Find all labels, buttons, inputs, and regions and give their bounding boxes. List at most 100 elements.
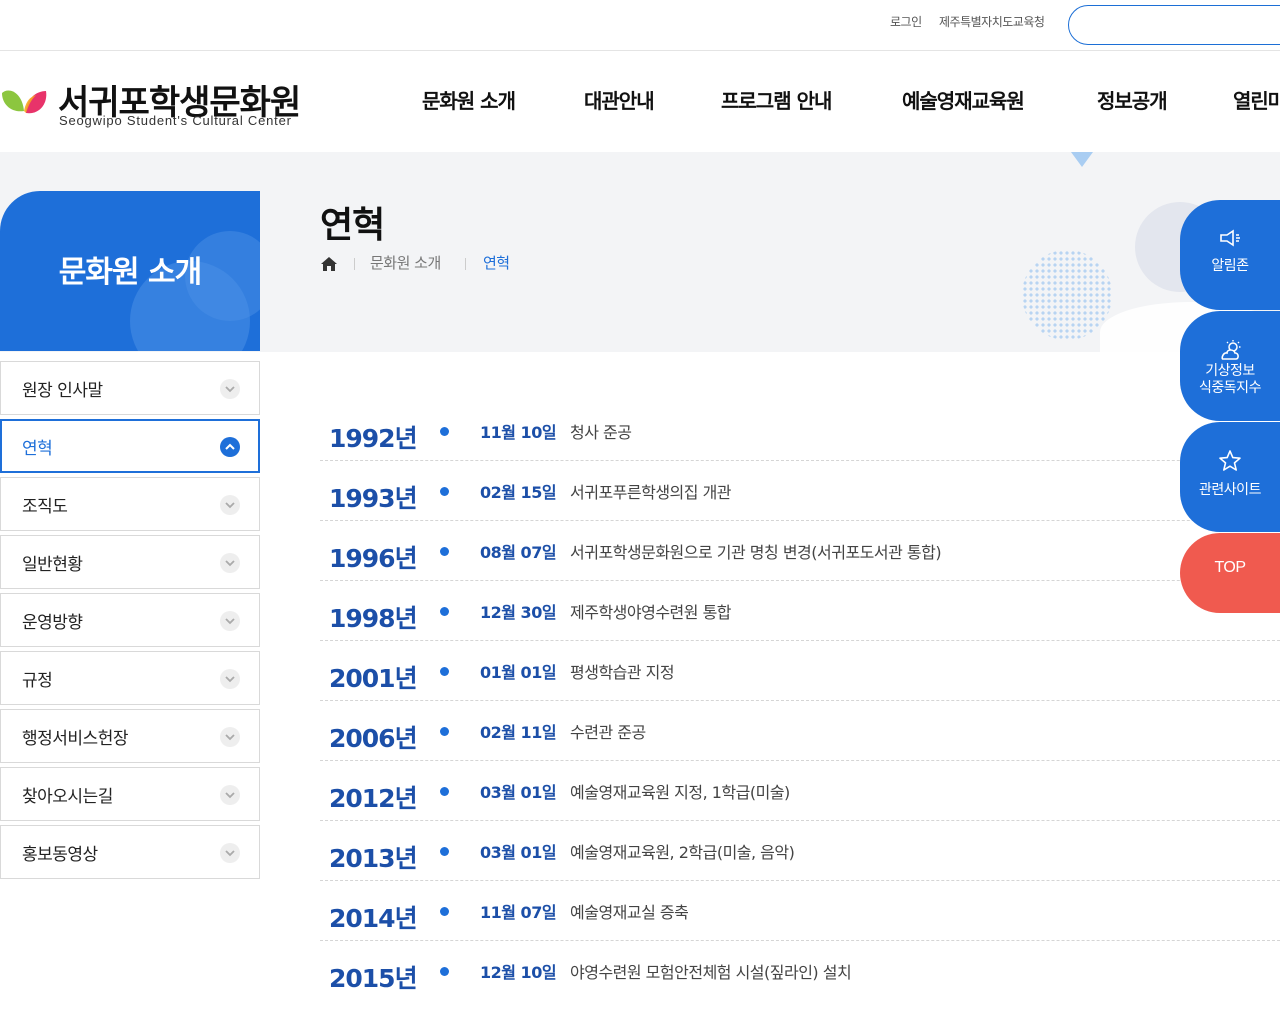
chevron-down-icon	[220, 785, 240, 805]
breadcrumb-section[interactable]: 문화원 소개	[370, 252, 441, 273]
timeline-row: 2006년 02월 11일 수련관 준공	[320, 701, 1280, 761]
bullet-dot-icon	[440, 607, 449, 616]
timeline-row: 2013년 03월 01일 예술영재교육원, 2학급(미술, 음악)	[320, 821, 1280, 881]
gnb-gifted-arts[interactable]: 예술영재교육원	[902, 85, 1025, 114]
dot-pattern-decoration	[1022, 250, 1112, 340]
timeline-year: 2014년	[329, 904, 418, 933]
gnb-open-forum[interactable]: 열린마당	[1233, 85, 1280, 114]
timeline-year: 1992년	[329, 424, 418, 453]
quick-notice-button[interactable]: 알림존	[1180, 200, 1280, 310]
lnb-item-history[interactable]: 연혁	[0, 419, 260, 473]
timeline-date: 12월 30일	[480, 603, 557, 622]
chevron-down-icon	[220, 727, 240, 747]
timeline-year: 1993년	[329, 484, 418, 513]
chevron-down-icon	[220, 843, 240, 863]
timeline-row: 1993년 02월 15일 서귀포푸른학생의집 개관	[320, 461, 1280, 521]
star-icon	[1218, 450, 1242, 476]
timeline-year: 2012년	[329, 784, 418, 813]
timeline-event: 수련관 준공	[570, 723, 646, 742]
search-input[interactable]	[1068, 5, 1280, 45]
lnb-item-label: 운영방향	[22, 613, 83, 633]
timeline-event: 예술영재교육원, 2학급(미술, 음악)	[570, 843, 795, 862]
gnb-about[interactable]: 문화원 소개	[422, 85, 516, 114]
lnb-item-label: 홍보동영상	[22, 845, 98, 865]
bullet-dot-icon	[440, 667, 449, 676]
bullet-dot-icon	[440, 847, 449, 856]
breadcrumb-separator	[465, 258, 466, 270]
timeline-event: 야영수련원 모험안전체험 시설(짚라인) 설치	[570, 963, 852, 982]
lnb-item-label: 일반현황	[22, 555, 83, 575]
lnb-item-service-charter[interactable]: 행정서비스헌장	[0, 709, 260, 763]
weather-cloud-icon	[1218, 339, 1244, 365]
lnb-item-location[interactable]: 찾아오시는길	[0, 767, 260, 821]
bullet-dot-icon	[440, 427, 449, 436]
megaphone-icon	[1218, 228, 1242, 252]
timeline-row: 2014년 11월 07일 예술영재교실 증축	[320, 881, 1280, 941]
timeline-event: 청사 준공	[570, 423, 632, 442]
gnb-info-disclosure[interactable]: 정보공개	[1097, 85, 1168, 114]
history-timeline: 1992년 11월 10일 청사 준공 1993년 02월 15일 서귀포푸른학…	[320, 401, 1280, 1001]
bullet-dot-icon	[440, 547, 449, 556]
lnb-item-label: 행정서비스헌장	[22, 729, 128, 749]
timeline-year: 2013년	[329, 844, 418, 873]
lnb-item-greeting[interactable]: 원장 인사말	[0, 361, 260, 415]
quick-related-sites-button[interactable]: 관련사이트	[1180, 422, 1280, 532]
timeline-event: 서귀포학생문화원으로 기관 명칭 변경(서귀포도서관 통합)	[570, 543, 942, 562]
timeline-row: 2015년 12월 10일 야영수련원 모험안전체험 시설(짚라인) 설치	[320, 941, 1280, 1001]
scroll-top-button[interactable]: TOP	[1180, 533, 1280, 613]
lnb-item-promo-video[interactable]: 홍보동영상	[0, 825, 260, 879]
timeline-event: 예술영재교육원 지정, 1학급(미술)	[570, 783, 790, 802]
timeline-event: 서귀포푸른학생의집 개관	[570, 483, 732, 502]
timeline-row: 1992년 11월 10일 청사 준공	[320, 401, 1280, 461]
lnb-title-box: 문화원 소개	[0, 191, 260, 351]
timeline-year: 1998년	[329, 604, 418, 633]
quick-food-index-label: 식중독지수	[1199, 380, 1261, 396]
chevron-down-icon	[220, 495, 240, 515]
timeline-date: 12월 10일	[480, 963, 557, 982]
bullet-dot-icon	[440, 487, 449, 496]
lnb-menu: 원장 인사말 연혁 조직도 일반현황 운영방향 규정 행정서비스헌장 찾아오시는…	[0, 361, 260, 883]
quick-weather-label: 기상정보	[1205, 363, 1255, 379]
home-icon[interactable]	[320, 256, 338, 276]
lnb-item-status[interactable]: 일반현황	[0, 535, 260, 589]
lnb-item-label: 연혁	[22, 439, 53, 459]
office-link[interactable]: 제주특별자치도교육청	[939, 13, 1045, 30]
timeline-year: 1996년	[329, 544, 418, 573]
timeline-row: 2012년 03월 01일 예술영재교육원 지정, 1학급(미술)	[320, 761, 1280, 821]
bullet-dot-icon	[440, 787, 449, 796]
quick-notice-label: 알림존	[1211, 258, 1249, 274]
timeline-date: 03월 01일	[480, 783, 557, 802]
bullet-dot-icon	[440, 907, 449, 916]
scroll-top-label: TOP	[1214, 559, 1246, 576]
lnb-item-organization[interactable]: 조직도	[0, 477, 260, 531]
leaf-logo-icon	[2, 90, 47, 114]
quick-related-sites-label: 관련사이트	[1199, 482, 1261, 498]
timeline-row: 1996년 08월 07일 서귀포학생문화원으로 기관 명칭 변경(서귀포도서관…	[320, 521, 1280, 581]
lnb-item-regulations[interactable]: 규정	[0, 651, 260, 705]
timeline-date: 08월 07일	[480, 543, 557, 562]
timeline-date: 03월 01일	[480, 843, 557, 862]
timeline-date: 11월 07일	[480, 903, 557, 922]
chevron-down-icon	[220, 379, 240, 399]
site-header: 서귀포학생문화원 Seogwipo Student's Cultural Cen…	[0, 51, 1280, 152]
page-title: 연혁	[320, 205, 385, 246]
lnb-item-direction[interactable]: 운영방향	[0, 593, 260, 647]
timeline-year: 2006년	[329, 724, 418, 753]
timeline-year: 2015년	[329, 964, 418, 993]
breadcrumb-separator	[354, 258, 355, 270]
utility-bar: 로그인 제주특별자치도교육청	[0, 0, 1280, 51]
timeline-event: 예술영재교실 증축	[570, 903, 689, 922]
timeline-date: 02월 15일	[480, 483, 557, 502]
chevron-down-icon	[220, 553, 240, 573]
timeline-event: 평생학습관 지정	[570, 663, 675, 682]
gnb-programs[interactable]: 프로그램 안내	[721, 85, 832, 114]
timeline-date: 11월 10일	[480, 423, 557, 442]
bullet-dot-icon	[440, 727, 449, 736]
timeline-row: 1998년 12월 30일 제주학생야영수련원 통합	[320, 581, 1280, 641]
breadcrumb-current: 연혁	[483, 254, 510, 272]
timeline-date: 02월 11일	[480, 723, 557, 742]
login-link[interactable]: 로그인	[890, 13, 922, 30]
site-logo[interactable]: 서귀포학생문화원 Seogwipo Student's Cultural Cen…	[0, 75, 340, 135]
quick-weather-button[interactable]: 기상정보 식중독지수	[1180, 311, 1280, 421]
gnb-rental[interactable]: 대관안내	[584, 85, 655, 114]
